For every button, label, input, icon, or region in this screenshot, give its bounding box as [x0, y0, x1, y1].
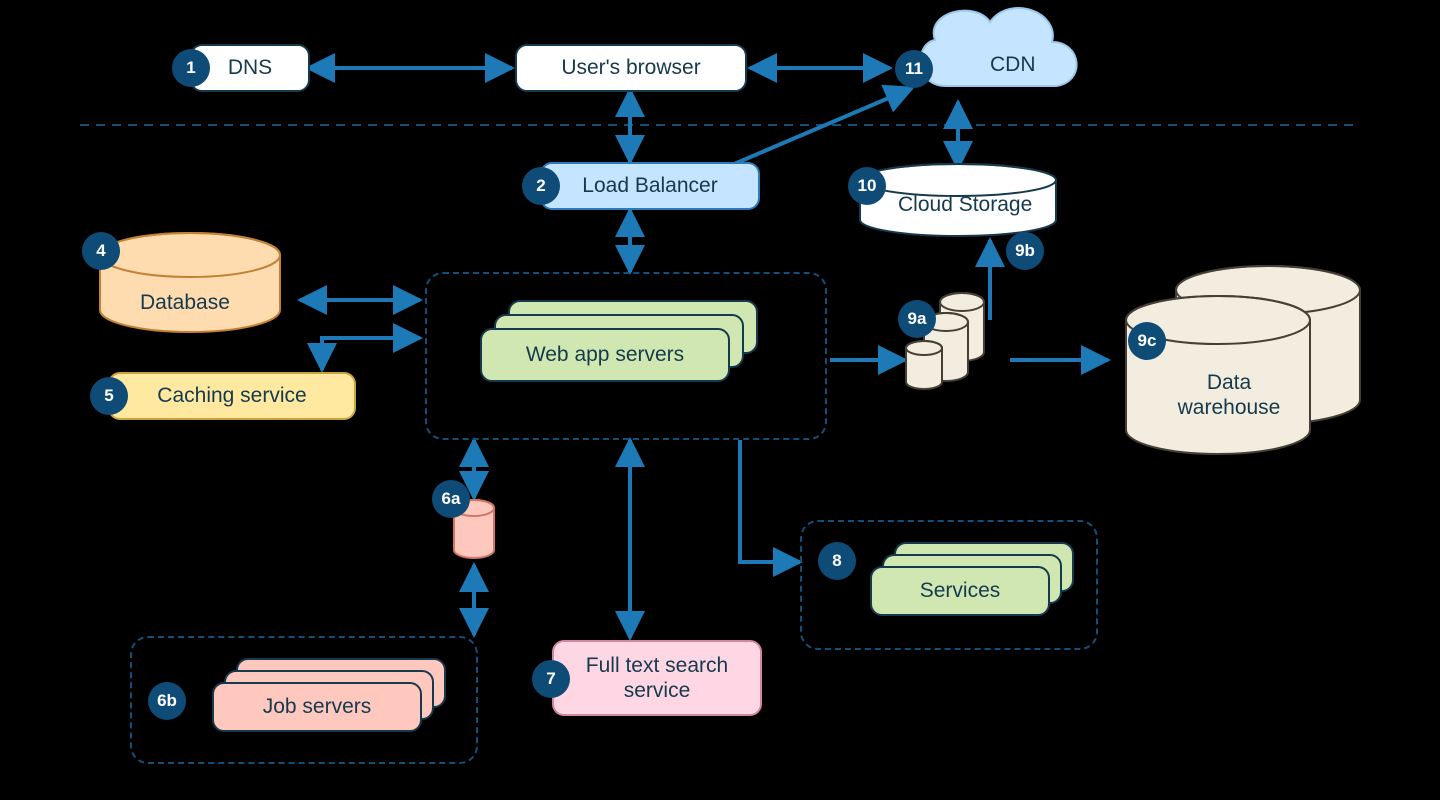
warehouse-label: Data warehouse	[1174, 370, 1284, 420]
badge-1: 1	[172, 49, 210, 87]
caching-node: Caching service	[108, 372, 356, 420]
badge-9b: 9b	[1006, 232, 1044, 270]
badge-9c: 9c	[1128, 322, 1166, 360]
job-server-card: Job servers	[212, 682, 422, 732]
dns-label: DNS	[228, 55, 272, 80]
services-card: Services	[870, 566, 1050, 616]
services-stack: Services	[870, 542, 1080, 632]
badge-7: 7	[532, 660, 570, 698]
badge-8: 8	[818, 542, 856, 580]
job-servers-label: Job servers	[263, 695, 372, 719]
browser-node: User's browser	[515, 44, 747, 92]
badge-9a: 9a	[898, 300, 936, 338]
browser-label: User's browser	[561, 55, 700, 80]
badge-6b: 6b	[148, 682, 186, 720]
cloud-storage-label: Cloud Storage	[898, 192, 1032, 217]
badge-5: 5	[90, 377, 128, 415]
load-balancer-node: Load Balancer	[540, 162, 760, 210]
badge-2: 2	[522, 167, 560, 205]
badge-10: 10	[848, 167, 886, 205]
web-app-card: Web app servers	[480, 328, 730, 382]
database-cylinder-icon	[100, 233, 280, 332]
web-app-label: Web app servers	[526, 343, 684, 367]
fulltext-label: Full text search service	[562, 653, 752, 703]
job-servers-stack: Job servers	[212, 658, 452, 748]
badge-4: 4	[82, 232, 120, 270]
badge-11: 11	[895, 50, 933, 88]
web-app-stack: Web app servers	[480, 300, 760, 410]
caching-label: Caching service	[157, 383, 306, 408]
database-label: Database	[140, 290, 230, 315]
data-warehouse-cylinders-icon	[1126, 266, 1360, 454]
load-balancer-label: Load Balancer	[582, 173, 717, 198]
badge-6a: 6a	[432, 480, 470, 518]
services-label: Services	[920, 579, 1001, 603]
architecture-diagram: DNS 1 User's browser CDN 11 Load Balance…	[0, 0, 1440, 800]
cdn-label: CDN	[990, 52, 1036, 77]
fulltext-search-node: Full text search service	[552, 640, 762, 716]
